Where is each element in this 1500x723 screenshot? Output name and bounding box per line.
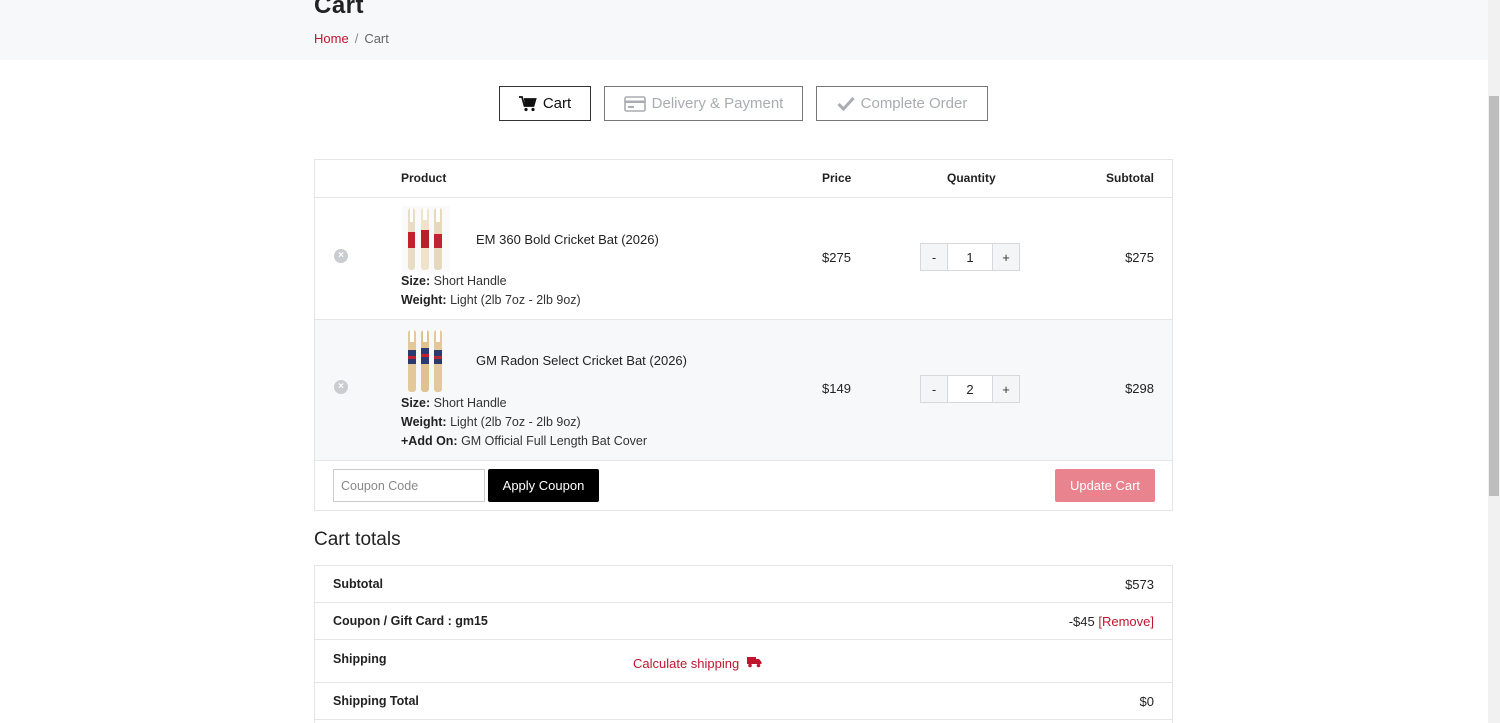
quantity-decrease-button[interactable]: - (920, 243, 948, 271)
totals-divider (315, 602, 1172, 603)
weight-value: Light (2lb 7oz - 2lb 9oz) (450, 415, 581, 429)
remove-coupon-link[interactable]: [Remove] (1098, 614, 1154, 629)
step-delivery-payment-label: Delivery & Payment (651, 95, 784, 112)
totals-divider (315, 719, 1172, 720)
product-addon: +Add On: GM Official Full Length Bat Cov… (401, 434, 647, 448)
header-divider (315, 197, 1172, 198)
column-header-product: Product (401, 171, 447, 185)
page-scrollbar[interactable] (1488, 0, 1500, 723)
size-label: Size: (401, 396, 431, 410)
product-name[interactable]: GM Radon Select Cricket Bat (2026) (476, 353, 687, 368)
remove-item-icon[interactable]: × (334, 380, 348, 394)
weight-label: Weight: (401, 415, 447, 429)
table-row: × GM Radon Select Cricket Bat (2026) Siz… (315, 320, 1172, 460)
addon-label: +Add On: (401, 434, 458, 448)
totals-coupon-value: -$45 [Remove] (1069, 614, 1154, 629)
product-subtotal: $275 (1125, 250, 1154, 265)
step-delivery-payment[interactable]: Delivery & Payment (604, 86, 803, 121)
totals-subtotal-value: $573 (1125, 577, 1154, 592)
calculate-shipping-link[interactable]: Calculate shipping (633, 656, 762, 671)
coupon-code-input[interactable] (333, 469, 485, 502)
step-cart[interactable]: Cart (499, 86, 591, 121)
checkmark-icon (837, 96, 855, 111)
product-weight: Weight: Light (2lb 7oz - 2lb 9oz) (401, 293, 581, 307)
remove-item-icon[interactable]: × (334, 249, 348, 263)
product-size: Size: Short Handle (401, 396, 507, 410)
cart-totals-title: Cart totals (314, 529, 401, 550)
totals-coupon-label: Coupon / Gift Card : gm15 (333, 614, 488, 628)
row-divider (315, 460, 1172, 461)
product-name[interactable]: EM 360 Bold Cricket Bat (2026) (476, 232, 659, 247)
quantity-input[interactable]: 1 (947, 243, 993, 271)
coupon-discount: -$45 (1068, 614, 1095, 629)
product-weight: Weight: Light (2lb 7oz - 2lb 9oz) (401, 415, 581, 429)
column-header-quantity: Quantity (947, 171, 996, 185)
truck-icon (747, 656, 762, 671)
step-complete-order[interactable]: Complete Order (816, 86, 988, 121)
totals-shipping-label: Shipping (333, 652, 387, 666)
quantity-increase-button[interactable]: + (992, 375, 1020, 403)
quantity-increase-button[interactable]: + (992, 243, 1020, 271)
product-thumbnail[interactable] (402, 206, 450, 272)
product-price: $149 (822, 381, 851, 396)
cart-table: Product Price Quantity Subtotal × EM 360… (314, 159, 1173, 511)
page-header: Cart Home / Cart (0, 0, 1488, 60)
product-subtotal: $298 (1125, 381, 1154, 396)
step-complete-order-label: Complete Order (860, 95, 968, 112)
totals-shipping-total-label: Shipping Total (333, 694, 419, 708)
breadcrumb-current: Cart (364, 31, 389, 46)
column-header-subtotal: Subtotal (1106, 171, 1154, 185)
product-thumbnail[interactable] (402, 328, 450, 394)
totals-subtotal-label: Subtotal (333, 577, 383, 591)
breadcrumb-separator: / (354, 31, 359, 46)
breadcrumb: Home / Cart (314, 31, 389, 46)
weight-label: Weight: (401, 293, 447, 307)
quantity-stepper: - 2 + (920, 375, 1020, 403)
totals-divider (315, 682, 1172, 683)
cart-icon (518, 95, 537, 112)
totals-divider (315, 639, 1172, 640)
step-cart-label: Cart (542, 95, 572, 112)
quantity-stepper: - 1 + (920, 243, 1020, 271)
addon-value: GM Official Full Length Bat Cover (461, 434, 648, 448)
size-value: Short Handle (433, 396, 507, 410)
scrollbar-thumb[interactable] (1489, 96, 1499, 496)
quantity-decrease-button[interactable]: - (920, 375, 948, 403)
update-cart-button[interactable]: Update Cart (1055, 469, 1155, 502)
column-header-price: Price (822, 171, 852, 185)
size-label: Size: (401, 274, 431, 288)
cart-totals-table: Subtotal $573 Coupon / Gift Card : gm15 … (314, 565, 1173, 723)
breadcrumb-home-link[interactable]: Home (314, 31, 349, 46)
credit-card-icon (623, 95, 646, 112)
totals-shipping-total-value: $0 (1139, 694, 1154, 709)
product-size: Size: Short Handle (401, 274, 507, 288)
quantity-input[interactable]: 2 (947, 375, 993, 403)
product-price: $275 (822, 250, 851, 265)
calculate-shipping-label: Calculate shipping (633, 656, 740, 671)
weight-value: Light (2lb 7oz - 2lb 9oz) (450, 293, 581, 307)
apply-coupon-button[interactable]: Apply Coupon (488, 469, 599, 502)
page-title: Cart (314, 0, 365, 19)
size-value: Short Handle (433, 274, 507, 288)
